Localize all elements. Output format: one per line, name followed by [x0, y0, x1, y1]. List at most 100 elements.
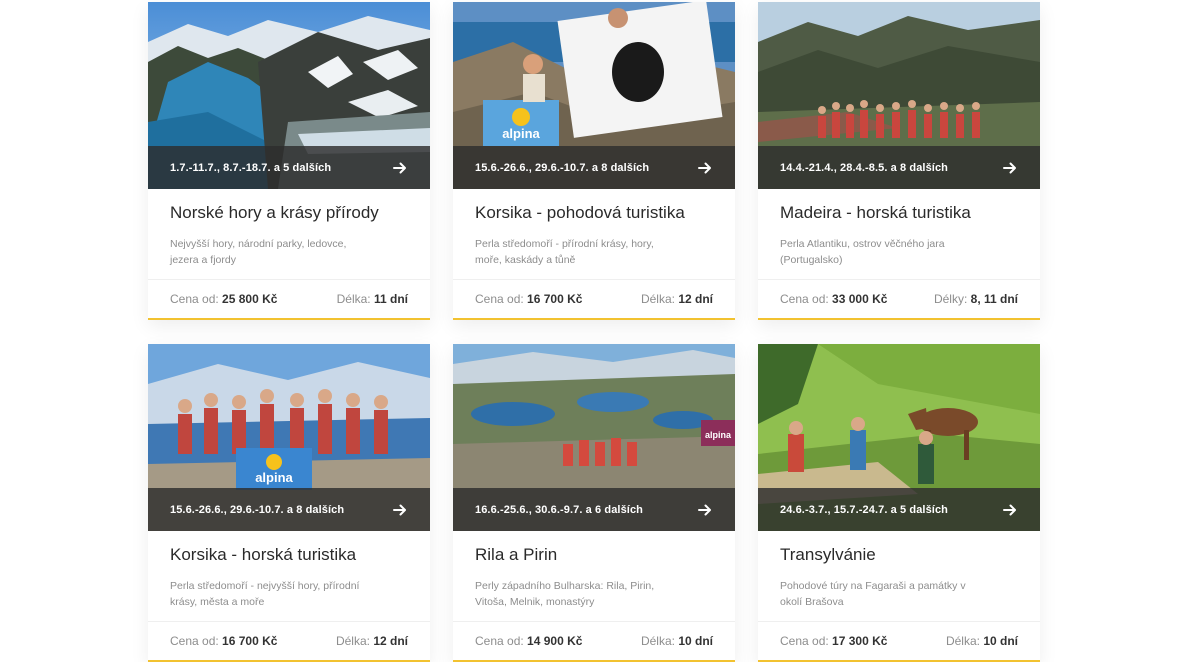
duration-value: 10 dní — [983, 633, 1018, 648]
trip-description-line: okolí Brašova — [780, 596, 844, 608]
trip-price: Cena od: 14 900 Kč — [475, 634, 582, 648]
trip-photo[interactable]: alpina 15.6.-26.6., 29.6.-10.7. a 8 dalš… — [148, 344, 430, 531]
price-value: 16 700 Kč — [222, 633, 278, 648]
price-label: Cena od: — [780, 633, 829, 648]
trip-description: Pohodové túry na Fagaraši a památky v ok… — [758, 568, 1040, 618]
trip-photo[interactable]: 14.4.-21.4., 28.4.-8.5. a 8 dalších — [758, 2, 1040, 189]
trip-title[interactable]: Norské hory a krásy přírody — [148, 189, 430, 226]
trip-description-line: (Portugalsko) — [780, 254, 843, 266]
departure-dates: 16.6.-25.6., 30.6.-9.7. a 6 dalších — [475, 503, 643, 516]
price-label: Cena od: — [170, 633, 219, 648]
arrow-right-icon[interactable] — [392, 160, 408, 176]
trip-title[interactable]: Transylvánie — [758, 531, 1040, 568]
trip-photo[interactable]: alpina 16.6.-25.6., 30.6.-9.7. a 6 další… — [453, 344, 735, 531]
trip-price: Cena od: 16 700 Kč — [475, 292, 582, 306]
trip-photo[interactable]: 24.6.-3.7., 15.7.-24.7. a 5 dalších — [758, 344, 1040, 531]
duration-label: Délka: — [335, 633, 370, 648]
trip-description-line: Vitoša, Melnik, monastýry — [475, 596, 595, 608]
date-bar: 14.4.-21.4., 28.4.-8.5. a 8 dalších — [758, 146, 1040, 189]
trip-card-korsika-pohodova[interactable]: alpina 15.6.-26.6., 29.6.-10.7. a 8 dalš… — [453, 2, 735, 320]
trip-description: Nejvyšší hory, národní parky, ledovce, j… — [148, 226, 430, 276]
svg-text:alpina: alpina — [255, 470, 293, 485]
trip-description-line: jezera a fjordy — [170, 254, 236, 266]
departure-dates: 1.7.-11.7., 8.7.-18.7. a 5 dalších — [170, 161, 332, 174]
trip-duration: Délka: 10 dní — [946, 634, 1018, 648]
arrow-right-icon[interactable] — [697, 160, 713, 176]
trip-price: Cena od: 17 300 Kč — [780, 634, 887, 648]
trip-price: Cena od: 25 800 Kč — [170, 292, 277, 306]
duration-value: 11 dní — [373, 291, 408, 306]
trip-meta: Cena od: 16 700 Kč Délka: 12 dní — [148, 621, 430, 659]
trip-title[interactable]: Korsika - horská turistika — [148, 531, 430, 568]
price-label: Cena od: — [780, 291, 829, 306]
trip-duration: Délka: 12 dní — [641, 292, 713, 306]
departure-dates: 15.6.-26.6., 29.6.-10.7. a 8 dalších — [475, 161, 650, 174]
trip-title[interactable]: Madeira - horská turistika — [758, 189, 1040, 226]
trip-description-line: Nejvyšší hory, národní parky, ledovce, — [170, 238, 347, 250]
price-value: 33 000 Kč — [832, 291, 888, 306]
arrow-right-icon[interactable] — [1002, 502, 1018, 518]
trip-card-transylvanie[interactable]: 24.6.-3.7., 15.7.-24.7. a 5 dalších Tran… — [758, 344, 1040, 662]
duration-value: 8, 11 dní — [970, 291, 1018, 306]
trip-photo[interactable]: 1.7.-11.7., 8.7.-18.7. a 5 dalších — [148, 2, 430, 189]
date-bar: 16.6.-25.6., 30.6.-9.7. a 6 dalších — [453, 488, 735, 531]
trip-card-norway[interactable]: 1.7.-11.7., 8.7.-18.7. a 5 dalších Norsk… — [148, 2, 430, 320]
arrow-right-icon[interactable] — [392, 502, 408, 518]
trip-title[interactable]: Rila a Pirin — [453, 531, 735, 568]
trip-meta: Cena od: 25 800 Kč Délka: 11 dní — [148, 279, 430, 317]
trip-meta: Cena od: 33 000 Kč Délky: 8, 11 dní — [758, 279, 1040, 317]
price-value: 25 800 Kč — [222, 291, 278, 306]
trip-description: Perly západního Bulharska: Rila, Pirin, … — [453, 568, 735, 618]
price-label: Cena od: — [170, 291, 219, 306]
date-bar: 24.6.-3.7., 15.7.-24.7. a 5 dalších — [758, 488, 1040, 531]
trip-description-line: krásy, města a moře — [170, 596, 265, 608]
duration-label: Délka: — [640, 633, 675, 648]
price-value: 16 700 Kč — [527, 291, 583, 306]
trip-description: Perla středomoří - přírodní krásy, hory,… — [453, 226, 735, 276]
trip-meta: Cena od: 17 300 Kč Délka: 10 dní — [758, 621, 1040, 659]
duration-value: 12 dní — [678, 291, 713, 306]
svg-text:alpina: alpina — [705, 430, 732, 440]
price-label: Cena od: — [475, 291, 524, 306]
trip-duration: Délka: 11 dní — [337, 292, 408, 306]
trip-meta: Cena od: 16 700 Kč Délka: 12 dní — [453, 279, 735, 317]
trip-description: Perla Atlantiku, ostrov věčného jara (Po… — [758, 226, 1040, 276]
trip-card-rila-pirin[interactable]: alpina 16.6.-25.6., 30.6.-9.7. a 6 další… — [453, 344, 735, 662]
trip-description-line: moře, kaskády a tůně — [475, 254, 576, 266]
price-label: Cena od: — [475, 633, 524, 648]
trip-duration: Délka: 12 dní — [336, 634, 408, 648]
duration-value: 10 dní — [678, 633, 713, 648]
trip-price: Cena od: 16 700 Kč — [170, 634, 277, 648]
duration-label: Délka: — [336, 291, 371, 306]
trip-card-grid: 1.7.-11.7., 8.7.-18.7. a 5 dalších Norsk… — [148, 2, 1040, 662]
trip-description-line: Perla středomoří - nejvyšší hory, přírod… — [170, 580, 360, 592]
departure-dates: 24.6.-3.7., 15.7.-24.7. a 5 dalších — [780, 503, 948, 516]
departure-dates: 15.6.-26.6., 29.6.-10.7. a 8 dalších — [170, 503, 345, 516]
trip-description-line: Perla středomoří - přírodní krásy, hory, — [475, 238, 654, 250]
date-bar: 15.6.-26.6., 29.6.-10.7. a 8 dalších — [148, 488, 430, 531]
trip-description-line: Perla Atlantiku, ostrov věčného jara — [780, 238, 945, 250]
trip-card-korsika-horska[interactable]: alpina 15.6.-26.6., 29.6.-10.7. a 8 dalš… — [148, 344, 430, 662]
trip-price: Cena od: 33 000 Kč — [780, 292, 887, 306]
price-value: 14 900 Kč — [527, 633, 583, 648]
arrow-right-icon[interactable] — [697, 502, 713, 518]
departure-dates: 14.4.-21.4., 28.4.-8.5. a 8 dalších — [780, 161, 948, 174]
date-bar: 1.7.-11.7., 8.7.-18.7. a 5 dalších — [148, 146, 430, 189]
price-value: 17 300 Kč — [832, 633, 888, 648]
trip-meta: Cena od: 14 900 Kč Délka: 10 dní — [453, 621, 735, 659]
svg-text:alpina: alpina — [502, 126, 540, 141]
trip-photo[interactable]: alpina 15.6.-26.6., 29.6.-10.7. a 8 dalš… — [453, 2, 735, 189]
trip-description: Perla středomoří - nejvyšší hory, přírod… — [148, 568, 430, 618]
trip-duration: Délky: 8, 11 dní — [934, 292, 1018, 306]
duration-label: Délka: — [945, 633, 980, 648]
arrow-right-icon[interactable] — [1002, 160, 1018, 176]
trip-description-line: Pohodové túry na Fagaraši a památky v — [780, 580, 966, 592]
date-bar: 15.6.-26.6., 29.6.-10.7. a 8 dalších — [453, 146, 735, 189]
duration-value: 12 dní — [373, 633, 408, 648]
trip-card-madeira[interactable]: 14.4.-21.4., 28.4.-8.5. a 8 dalších Made… — [758, 2, 1040, 320]
duration-label: Délky: — [933, 291, 968, 306]
duration-label: Délka: — [640, 291, 675, 306]
trip-title[interactable]: Korsika - pohodová turistika — [453, 189, 735, 226]
trip-duration: Délka: 10 dní — [641, 634, 713, 648]
trip-description-line: Perly západního Bulharska: Rila, Pirin, — [475, 580, 655, 592]
